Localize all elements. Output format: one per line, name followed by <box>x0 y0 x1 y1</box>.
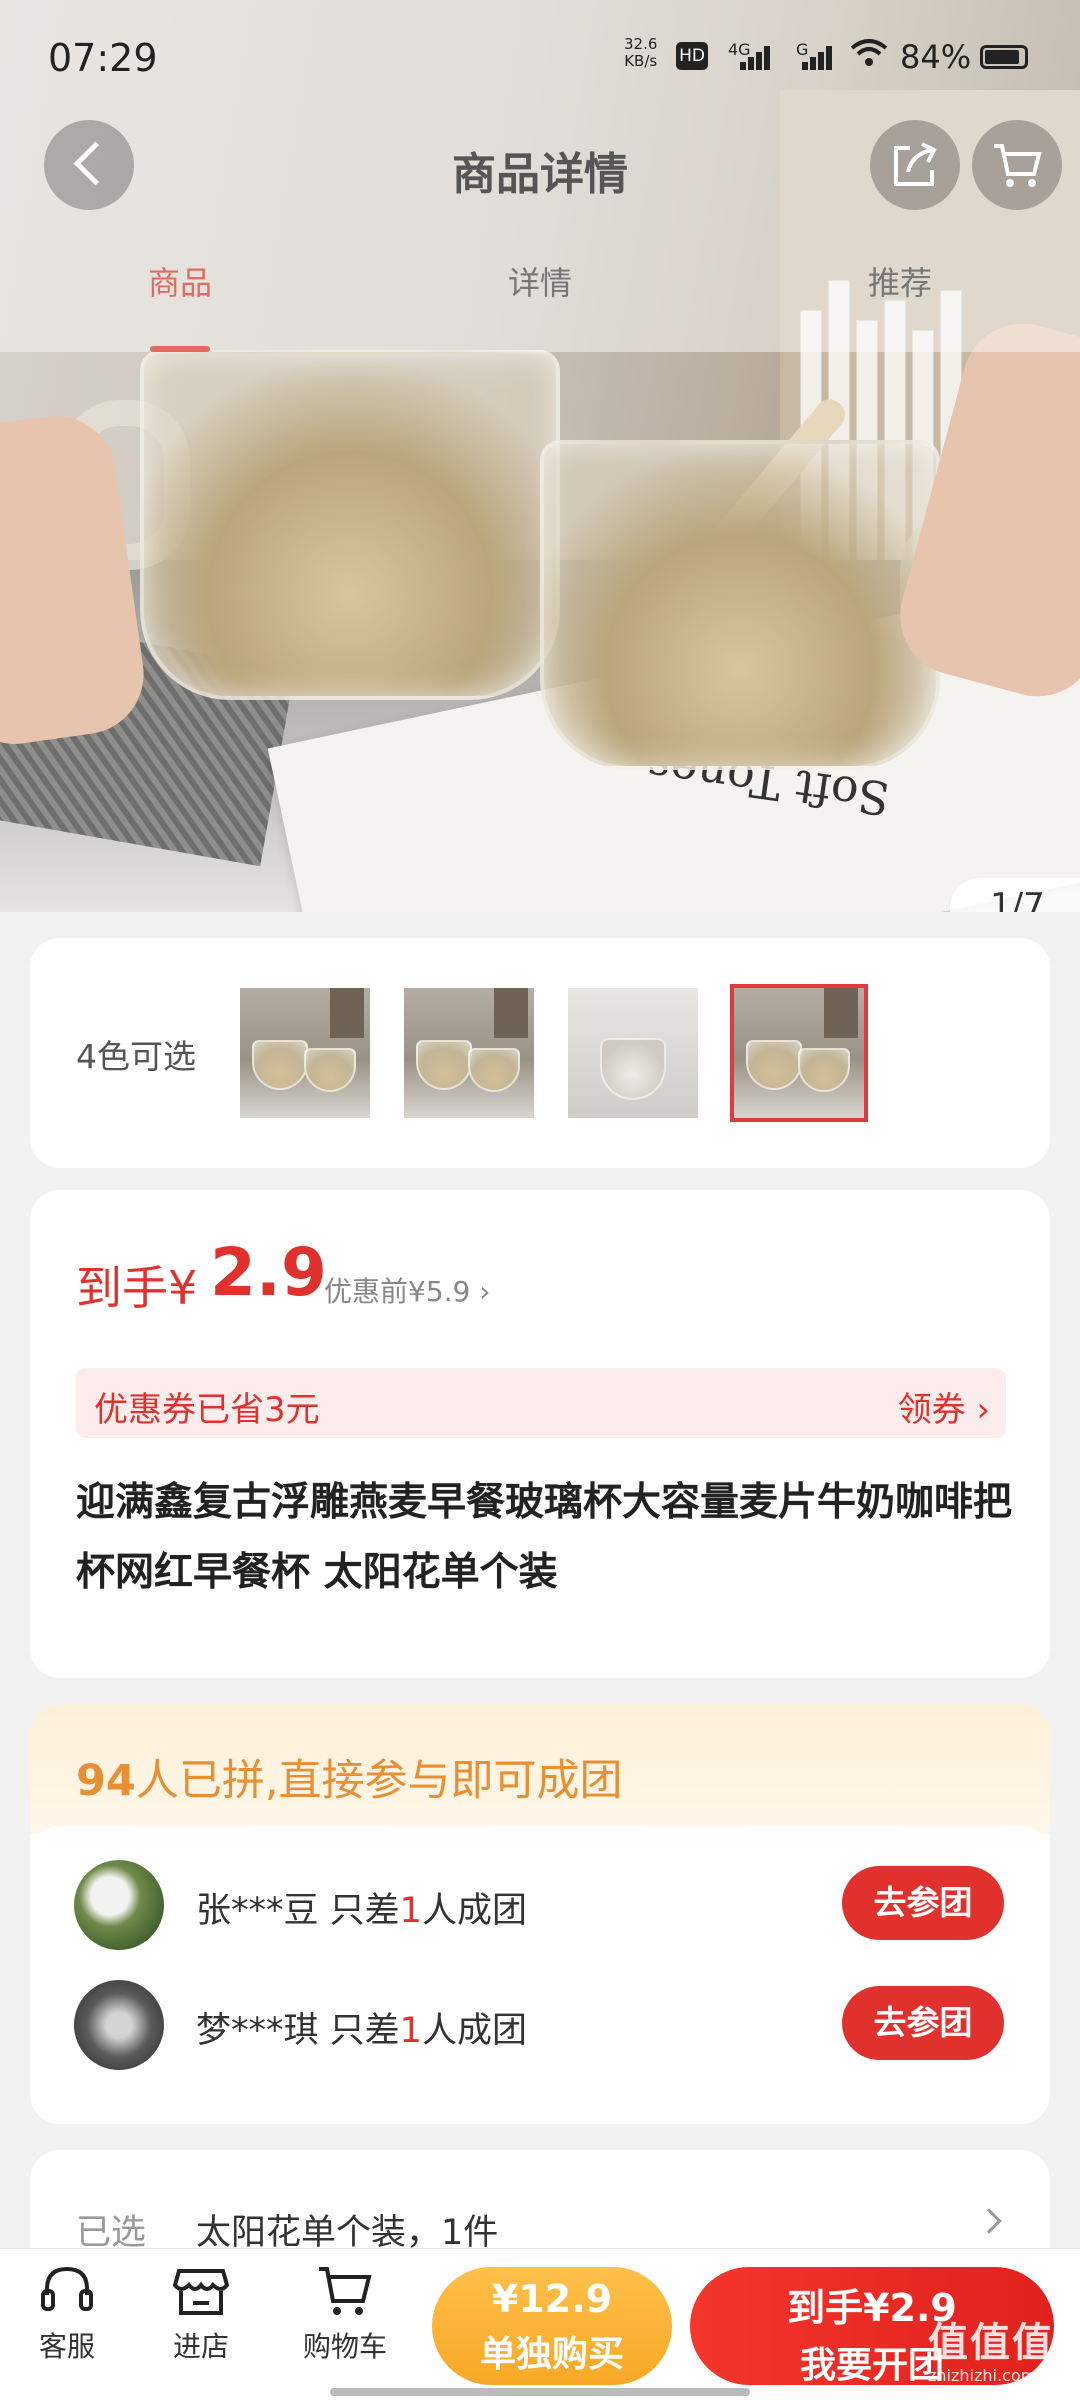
cart-button[interactable] <box>972 120 1062 210</box>
signal-icon <box>740 46 774 70</box>
product-title: 迎满鑫复古浮雕燕麦早餐玻璃杯大容量麦片牛奶咖啡把杯网红早餐杯 太阳花单个装 <box>76 1480 1013 1595</box>
store-icon <box>172 2269 230 2315</box>
buy-single-button[interactable]: ¥12.9 单独购买 <box>432 2267 672 2385</box>
color-thumb[interactable] <box>404 988 534 1118</box>
color-thumb[interactable] <box>568 988 698 1118</box>
group-row: 梦***琪 只差1人成团 去参团 <box>30 1974 1050 2074</box>
section-tabs: 商品 详情 推荐 <box>0 258 1080 352</box>
price-card: 到手¥ 2.9 优惠前¥5.9 › 优惠券已省3元 领券 › 迎满鑫复古浮雕燕麦… <box>30 1190 1050 1678</box>
cart-icon <box>994 144 1042 187</box>
original-price-link[interactable]: 优惠前¥5.9 › <box>324 1270 490 1310</box>
status-bar: 07:29 32.6 KB/s HD 4G G 84% <box>0 0 1080 118</box>
color-count-label: 4色可选 <box>76 1037 196 1076</box>
single-price: ¥12.9 <box>491 2277 613 2321</box>
glass-cup <box>540 440 940 770</box>
hd-icon: HD <box>676 42 708 70</box>
group-row: 张***豆 只差1人成团 去参团 <box>30 1854 1050 1954</box>
watermark-logo: 值值值 zhizhizhi.com <box>928 2320 1054 2385</box>
coupon-bar[interactable]: 优惠券已省3元 领券 › <box>76 1368 1006 1438</box>
store-button[interactable]: 进店 <box>146 2263 256 2365</box>
join-group-button[interactable]: 去参团 <box>842 1986 1004 2060</box>
bottom-action-bar: 客服 进店 购物车 ¥12.9 单独购买 到手¥2.9 我要开团 <box>0 2248 1080 2400</box>
store-label: 进店 <box>172 2330 229 2363</box>
tab-product[interactable]: 商品 <box>80 258 280 352</box>
home-indicator[interactable] <box>330 2388 750 2396</box>
wifi-icon <box>850 38 888 76</box>
group-headline: 人已拼,直接参与即可成团 <box>135 1756 623 1806</box>
headset-icon <box>41 2266 93 2311</box>
tab-details[interactable]: 详情 <box>440 258 640 304</box>
shopping-cart-button[interactable]: 购物车 <box>290 2263 400 2365</box>
join-group-button[interactable]: 去参团 <box>842 1866 1004 1940</box>
status-time: 07:29 <box>48 36 158 80</box>
final-price: 2.9 <box>210 1234 327 1311</box>
group-count: 94 <box>76 1756 136 1806</box>
customer-service-button[interactable]: 客服 <box>12 2263 122 2365</box>
get-coupon-button[interactable]: 领券 › <box>898 1382 990 1431</box>
group-row-text: 张***豆 只差1人成团 <box>196 1891 527 1931</box>
avatar <box>74 1860 164 1950</box>
cart-label: 购物车 <box>302 2330 387 2363</box>
group-list: 张***豆 只差1人成团 去参团 梦***琪 只差1人成团 去参团 <box>30 1826 1050 2124</box>
cart-icon <box>319 2267 372 2315</box>
image-counter: 1/7 <box>950 878 1080 912</box>
share-button[interactable] <box>870 120 960 210</box>
coupon-saved-text: 优惠券已省3元 <box>94 1390 320 1430</box>
color-thumb-selected[interactable] <box>730 984 868 1122</box>
color-thumb[interactable] <box>240 988 370 1118</box>
chevron-right-icon <box>976 2208 1002 2234</box>
share-icon <box>894 142 937 186</box>
color-options-card: 4色可选 <box>30 938 1050 1168</box>
battery-icon <box>980 45 1028 69</box>
single-label: 单独购买 <box>479 2334 624 2375</box>
avatar <box>74 1980 164 2070</box>
tab-recommend[interactable]: 推荐 <box>800 258 1000 304</box>
battery-percent: 84% <box>900 38 972 76</box>
glass-cup <box>140 350 560 700</box>
price-prefix: 到手¥ <box>76 1261 198 1315</box>
group-buy-card: 94人已拼,直接参与即可成团 张***豆 只差1人成团 去参团 梦***琪 只差… <box>30 1704 1050 2124</box>
group-buy-header: 94人已拼,直接参与即可成团 <box>30 1704 1050 1834</box>
signal-icon <box>802 46 836 70</box>
group-row-text: 梦***琪 只差1人成团 <box>196 2011 527 2051</box>
service-label: 客服 <box>38 2330 95 2363</box>
net-speed: 32.6 KB/s <box>624 35 658 70</box>
